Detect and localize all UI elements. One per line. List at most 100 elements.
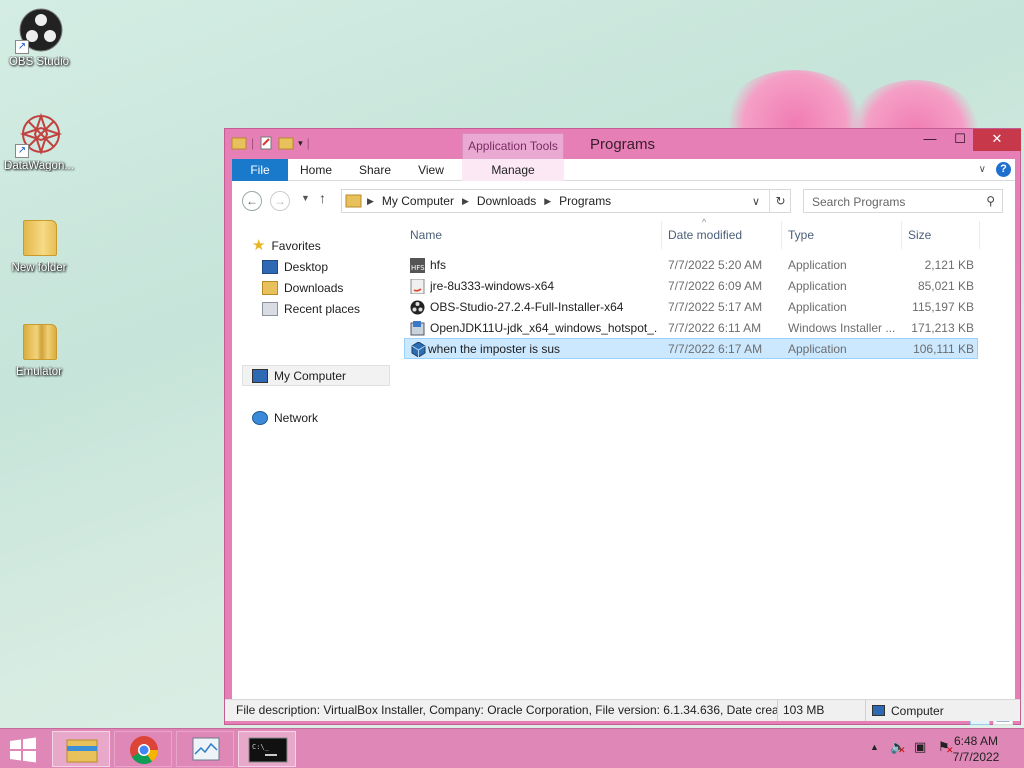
details-size: 103 MB: [780, 700, 866, 721]
breadcrumb-separator-icon[interactable]: ▶: [458, 196, 473, 207]
nav-recent-places[interactable]: Recent places: [262, 299, 360, 319]
up-button[interactable]: ↑: [319, 190, 326, 206]
file-size: 106,111 KB: [913, 342, 974, 356]
taskbar-command-prompt[interactable]: C:\_: [238, 731, 296, 767]
explorer-window: | ▾ | Application Tools Programs — ☐ ✕ F…: [224, 128, 1021, 725]
tab-share[interactable]: Share: [354, 159, 396, 181]
column-header-type[interactable]: Type: [782, 221, 902, 249]
file-row-selected[interactable]: when the imposter is sus 7/7/2022 6:17 A…: [404, 338, 978, 359]
file-description: File description: VirtualBox Installer, …: [233, 700, 778, 721]
shortcut-arrow-icon: ↗: [15, 40, 29, 54]
desktop-icon-emulator[interactable]: Emulator: [1, 316, 77, 378]
computer-icon: [252, 369, 268, 383]
start-button[interactable]: [8, 737, 38, 763]
nav-label: Desktop: [284, 260, 329, 274]
desktop-icon-label: OBS Studio: [8, 56, 70, 68]
breadcrumb-separator-icon[interactable]: ▶: [363, 196, 378, 207]
taskbar-resource-monitor[interactable]: [176, 731, 234, 767]
nav-label: Downloads: [284, 281, 344, 295]
ribbon-tabs: File Home Share View Manage ∨ ?: [232, 159, 1015, 181]
file-row[interactable]: HFS hfs 7/7/2022 5:20 AM Application 2,1…: [404, 255, 978, 276]
expand-ribbon-icon[interactable]: ∨: [979, 164, 986, 175]
nav-downloads[interactable]: Downloads: [262, 278, 343, 298]
clock-time: 6:48 AM: [953, 734, 999, 748]
star-icon: ★: [252, 237, 266, 254]
column-header-date[interactable]: Date modified: [662, 221, 782, 249]
desktop-icon-datawagon[interactable]: ↗ DataWagon...: [1, 110, 77, 172]
chrome-icon: [130, 736, 158, 764]
close-button[interactable]: ✕: [973, 129, 1021, 151]
search-input[interactable]: Search Programs: [812, 195, 905, 209]
maximize-button[interactable]: ☐: [945, 129, 975, 151]
address-dropdown-icon[interactable]: ∨: [752, 195, 760, 208]
details-location: Computer: [866, 700, 1014, 721]
search-box[interactable]: Search Programs ⚲: [803, 189, 1003, 213]
search-icon[interactable]: ⚲: [986, 194, 995, 208]
file-name: when the imposter is sus: [428, 342, 561, 356]
breadcrumb-programs[interactable]: Programs: [555, 194, 615, 208]
file-size: 115,197 KB: [912, 300, 974, 314]
network-icon: [252, 411, 268, 425]
shortcut-arrow-icon: ↗: [15, 144, 29, 158]
ribbon-controls: ∨ ?: [979, 162, 1011, 177]
file-row[interactable]: OBS-Studio-27.2.4-Full-Installer-x64 7/7…: [404, 297, 978, 318]
file-date: 7/7/2022 6:17 AM: [668, 342, 763, 356]
address-bar[interactable]: ▶ My Computer ▶ Downloads ▶ Programs ∨ ↻: [341, 189, 791, 213]
window-title: Programs: [589, 136, 656, 153]
computer-icon: [872, 705, 885, 716]
tab-home[interactable]: Home: [296, 159, 336, 181]
file-row[interactable]: OpenJDK11U-jdk_x64_windows_hotspot_... 7…: [404, 318, 978, 339]
breadcrumb-downloads[interactable]: Downloads: [473, 194, 540, 208]
column-header-name[interactable]: Name: [404, 221, 662, 249]
tab-view[interactable]: View: [412, 159, 450, 181]
file-type: Application: [788, 342, 847, 356]
navigation-pane: ★ Favorites Desktop Downloads Recent pla…: [232, 221, 392, 691]
folder-icon: [345, 194, 362, 208]
network-icon[interactable]: ▣: [914, 739, 926, 755]
desktop-icon-obs[interactable]: ↗ OBS Studio: [1, 6, 77, 68]
clock-date: 7/7/2022: [952, 750, 1000, 764]
file-type: Application: [788, 279, 847, 293]
file-row[interactable]: jre-8u333-windows-x64 7/7/2022 6:09 AM A…: [404, 276, 978, 297]
title-bar[interactable]: | ▾ | Application Tools Programs — ☐ ✕: [225, 129, 1021, 159]
file-list: ^ Name Date modified Type Size HFS hfs 7…: [404, 217, 1004, 691]
taskbar-chrome[interactable]: [114, 731, 172, 767]
breadcrumb-separator-icon[interactable]: ▶: [540, 196, 555, 207]
recent-locations-icon[interactable]: ▼: [301, 193, 310, 203]
nav-label: My Computer: [274, 369, 347, 383]
breadcrumb-my-computer[interactable]: My Computer: [378, 194, 458, 208]
svg-text:C:\_: C:\_: [252, 743, 270, 751]
tab-file[interactable]: File: [232, 159, 288, 181]
system-tray: ▲ 🔈 ✕ ▣ ⚑ ✕ 6:48 AM 7/7/2022: [844, 729, 1024, 768]
file-date: 7/7/2022 6:11 AM: [668, 321, 762, 335]
address-row: ← → ▼ ↑ ▶ My Computer ▶ Downloads ▶ Prog…: [232, 182, 1015, 218]
nav-my-computer[interactable]: My Computer: [252, 366, 346, 386]
details-location-label: Computer: [891, 703, 944, 718]
file-name: jre-8u333-windows-x64: [430, 279, 555, 293]
nav-desktop[interactable]: Desktop: [262, 257, 328, 277]
show-hidden-icons-icon[interactable]: ▲: [870, 742, 879, 752]
file-name: OpenJDK11U-jdk_x64_windows_hotspot_...: [430, 321, 658, 335]
minimize-button[interactable]: —: [915, 129, 945, 151]
file-size: 171,213 KB: [911, 321, 974, 335]
windows-logo-icon: [10, 737, 36, 763]
refresh-icon[interactable]: ↻: [769, 190, 791, 212]
taskbar: C:\_ ▲ 🔈 ✕ ▣ ⚑ ✕ 6:48 AM 7/7/2022: [0, 728, 1024, 768]
back-button[interactable]: ←: [242, 191, 262, 211]
taskbar-file-explorer[interactable]: [52, 731, 110, 767]
volume-muted-icon[interactable]: 🔈 ✕: [890, 739, 906, 755]
file-type: Application: [788, 300, 847, 314]
help-icon[interactable]: ?: [996, 162, 1011, 177]
desktop-icon-label: New folder: [11, 262, 67, 274]
column-header-size[interactable]: Size: [902, 221, 980, 249]
nav-favorites[interactable]: ★ Favorites: [252, 236, 321, 256]
tab-manage[interactable]: Manage: [484, 159, 542, 181]
nav-network[interactable]: Network: [252, 408, 318, 428]
forward-button[interactable]: →: [270, 191, 290, 211]
desktop-icon-new-folder[interactable]: New folder: [1, 212, 77, 274]
folder-icon: [23, 324, 57, 360]
desktop-icon: [262, 260, 278, 274]
file-size: 2,121 KB: [924, 258, 974, 272]
file-type: Windows Installer ...: [788, 321, 896, 335]
clock[interactable]: 6:48 AM 7/7/2022: [946, 733, 1006, 765]
